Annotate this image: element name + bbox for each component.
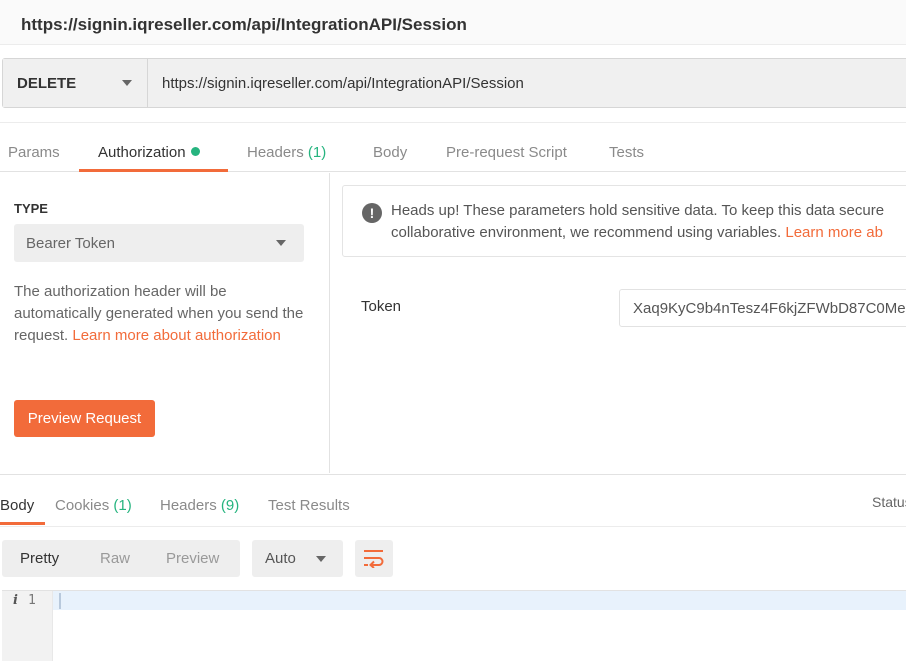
tab-pre-request-script[interactable]: Pre-request Script (446, 123, 567, 173)
view-mode-group: Pretty Raw Preview (2, 540, 240, 577)
tab-count: (9) (220, 497, 240, 514)
active-tab-indicator (79, 169, 228, 172)
format-value: Auto (265, 550, 296, 567)
active-line-highlight (53, 591, 906, 610)
warning-icon: ! (362, 203, 382, 223)
tab-body[interactable]: Body (373, 123, 407, 173)
method-label: DELETE (17, 75, 77, 92)
tab-tests[interactable]: Tests (609, 123, 644, 173)
auth-type-panel: TYPE Bearer Token The authorization head… (0, 173, 330, 473)
info-icon: i (13, 593, 18, 608)
tab-label: Headers (160, 497, 217, 514)
tab-label: Body (0, 497, 35, 514)
tab-label: Test Results (268, 497, 350, 514)
tab-label: Cookies (55, 497, 110, 514)
auth-type-select[interactable]: Bearer Token (14, 224, 304, 262)
method-select[interactable]: DELETE (3, 59, 148, 107)
tab-headers[interactable]: Headers (1) (247, 123, 326, 173)
request-tabs: Params Authorization Headers (1) Body Pr… (0, 122, 906, 172)
learn-more-authorization-link[interactable]: Learn more about authorization (72, 327, 280, 344)
learn-more-variables-link[interactable]: Learn more ab (785, 224, 883, 241)
tab-count: (1) (307, 144, 327, 161)
pretty-option[interactable]: Pretty (20, 550, 59, 567)
active-tab-indicator (0, 522, 45, 525)
token-input[interactable] (619, 289, 906, 327)
auth-description: The authorization header will be automat… (14, 281, 314, 347)
notice-line-2: collaborative environment, we recommend … (391, 222, 906, 244)
preview-option[interactable]: Preview (166, 550, 219, 567)
type-heading: TYPE (14, 201, 48, 216)
wrap-line-button[interactable] (355, 540, 393, 577)
notice-line-2-text: collaborative environment, we recommend … (391, 224, 786, 241)
tab-label: Pre-request Script (446, 144, 567, 161)
notice-message: Heads up! These parameters hold sensitiv… (391, 200, 906, 244)
tab-response-headers[interactable]: Headers (9) (160, 475, 239, 525)
chevron-down-icon (276, 240, 286, 246)
tab-label: Params (8, 144, 60, 161)
tab-params[interactable]: Params (8, 123, 60, 173)
line-number: 1 (28, 593, 36, 608)
text-cursor (59, 593, 61, 609)
token-label: Token (361, 298, 402, 315)
format-select[interactable]: Auto (252, 540, 343, 577)
tab-title-bar: https://signin.iqreseller.com/api/Integr… (0, 0, 906, 45)
tab-test-results[interactable]: Test Results (268, 475, 350, 525)
raw-option[interactable]: Raw (100, 550, 130, 567)
tab-response-body[interactable]: Body (0, 475, 34, 525)
wrap-text-icon (364, 550, 384, 568)
notice-line-1: Heads up! These parameters hold sensitiv… (391, 202, 885, 219)
window-title: https://signin.iqreseller.com/api/Integr… (21, 15, 467, 34)
tab-label: Headers (247, 144, 304, 161)
auth-type-value: Bearer Token (26, 235, 115, 252)
request-bar: DELETE (2, 58, 906, 108)
preview-request-button[interactable]: Preview Request (14, 400, 155, 437)
chevron-down-icon (122, 80, 132, 86)
url-input[interactable] (149, 59, 906, 107)
tab-label: Tests (609, 144, 645, 161)
response-tabs: Body Cookies (1) Headers (9) Test Result… (0, 474, 906, 527)
tab-count: (1) (113, 497, 132, 514)
chevron-down-icon (316, 556, 326, 562)
response-editor[interactable]: i 1 (2, 590, 906, 661)
status-label: Status (872, 494, 906, 510)
tab-cookies[interactable]: Cookies (1) (55, 475, 132, 525)
tab-label: Body (373, 144, 408, 161)
editor-gutter: i 1 (2, 591, 53, 661)
tab-authorization[interactable]: Authorization (98, 123, 200, 173)
status-dot-icon (190, 147, 200, 156)
sensitive-data-notice: ! Heads up! These parameters hold sensit… (342, 185, 906, 257)
tab-label: Authorization (98, 144, 186, 161)
